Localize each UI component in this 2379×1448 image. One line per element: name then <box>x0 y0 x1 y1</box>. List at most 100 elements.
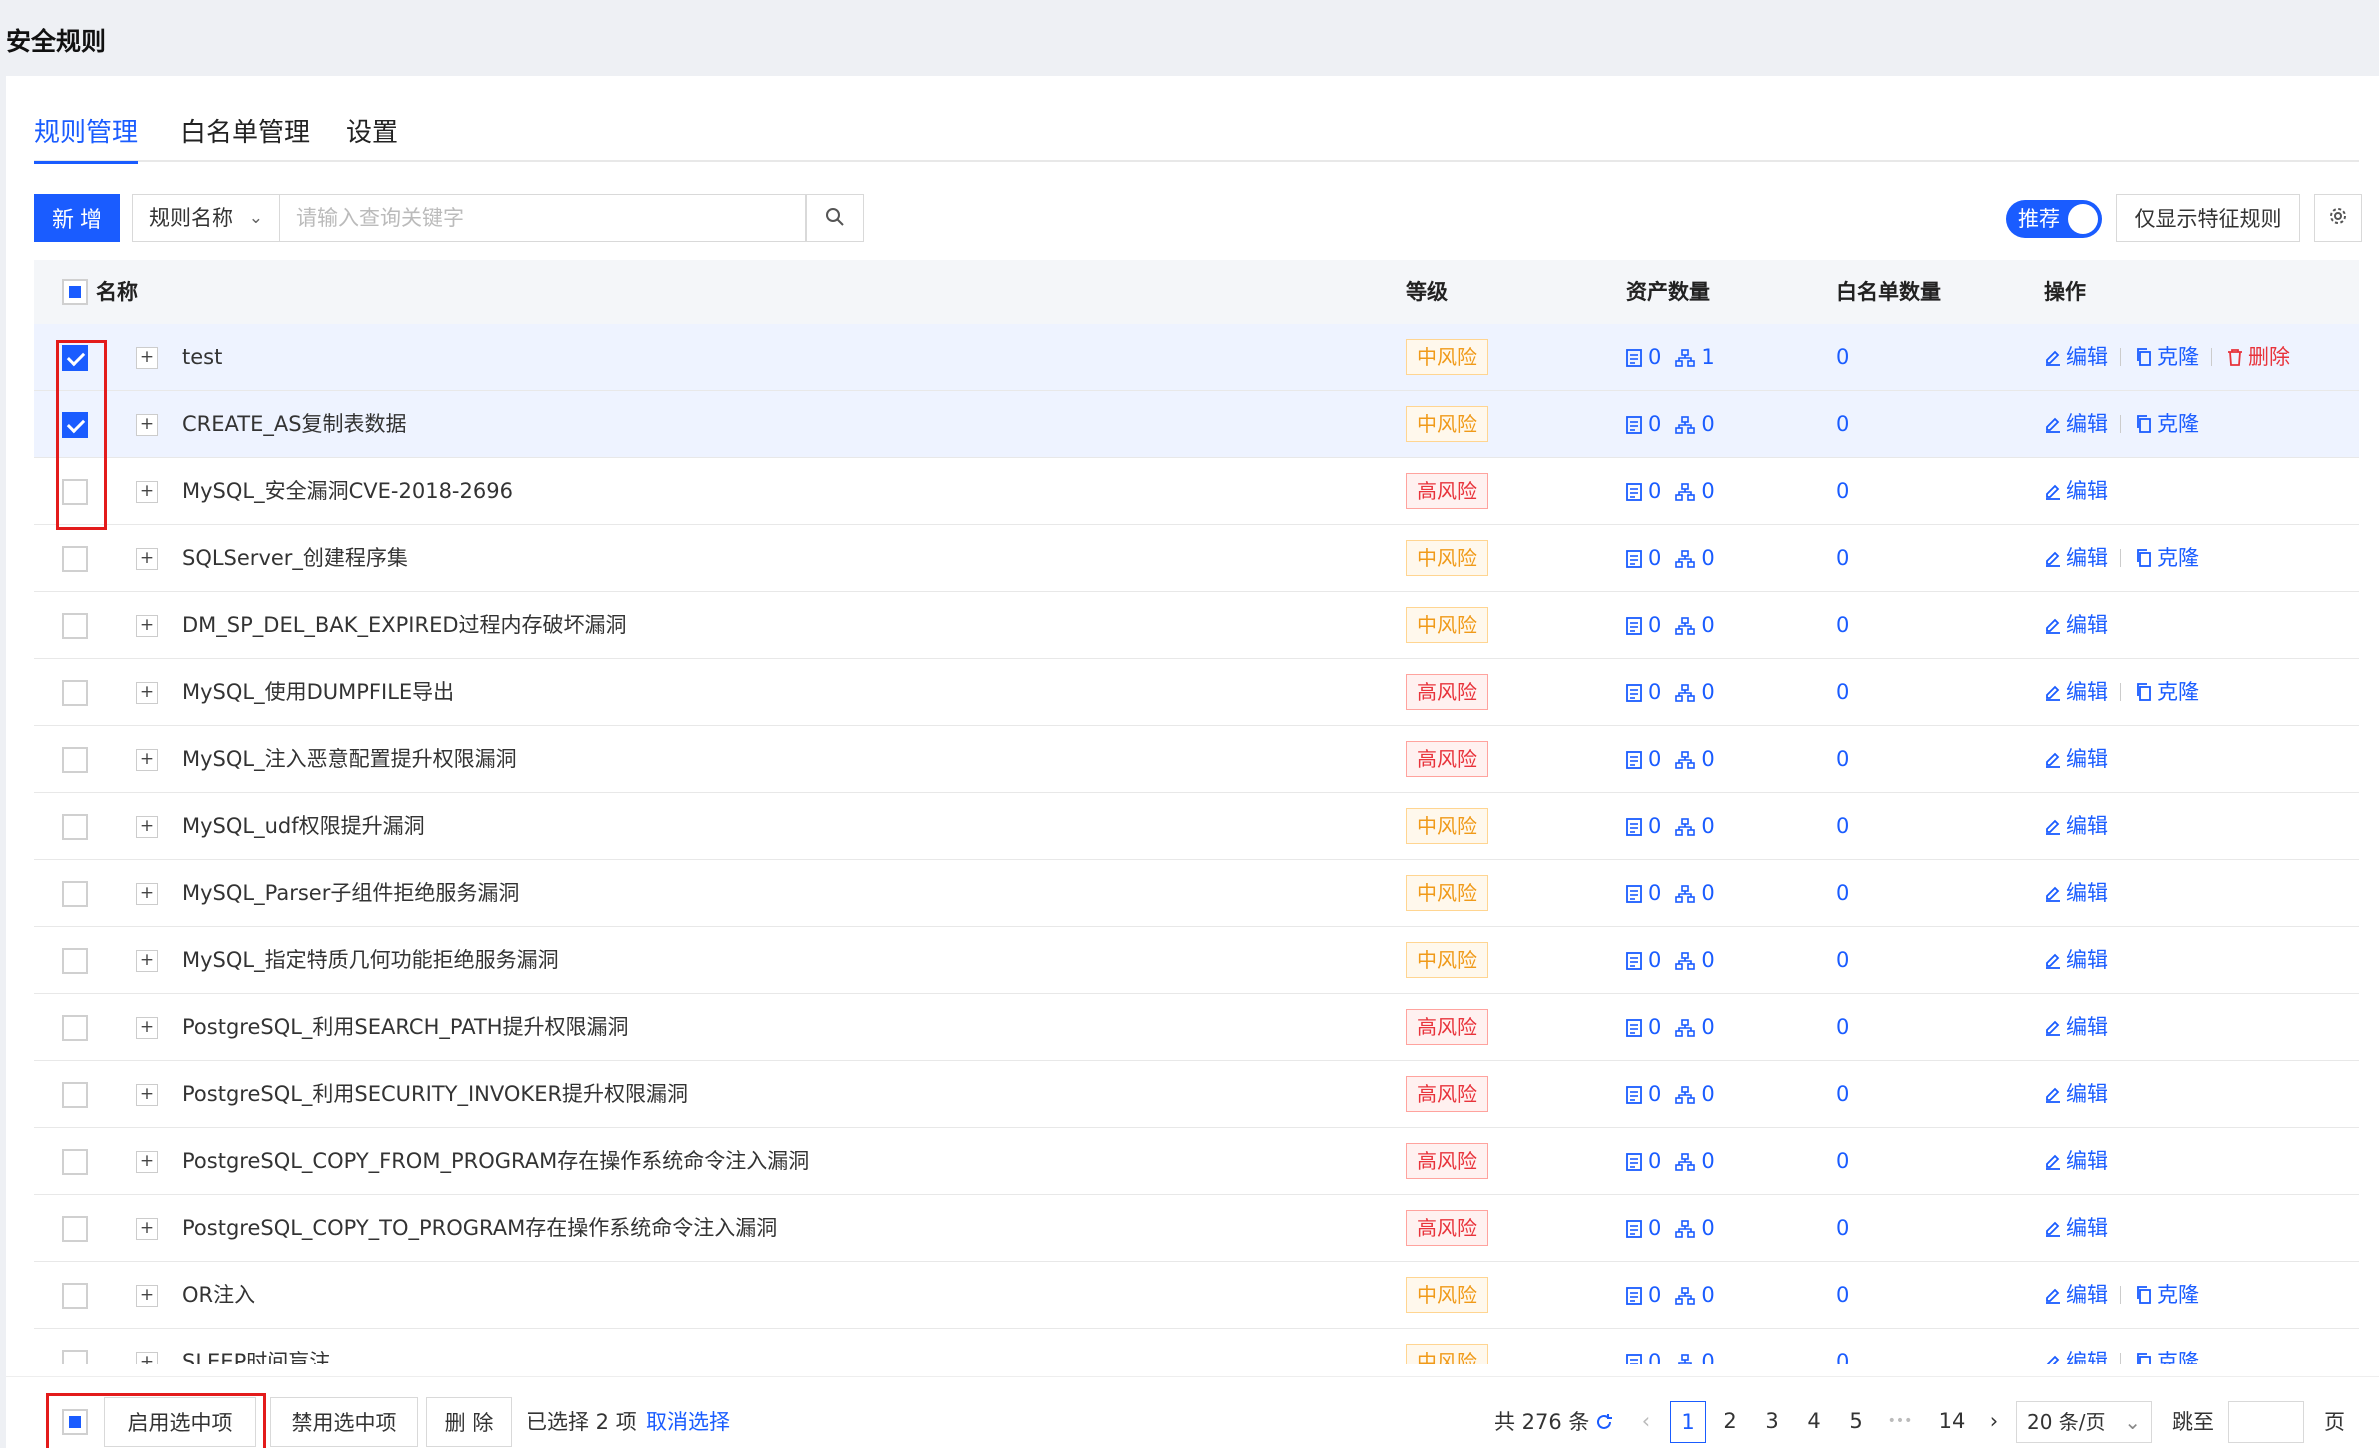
clone-button[interactable]: 克隆 <box>2135 1350 2199 1364</box>
asset-count[interactable]: 00 <box>1626 391 1715 458</box>
pagination-ellipsis[interactable]: ••• <box>1882 1401 1918 1443</box>
tab-whitelist-management[interactable]: 白名单管理 <box>180 112 310 161</box>
clone-button[interactable]: 克隆 <box>2135 546 2199 570</box>
page-2[interactable]: 2 <box>1712 1401 1748 1443</box>
whitelist-count[interactable]: 0 <box>1836 793 1849 860</box>
asset-count[interactable]: 00 <box>1626 1128 1715 1195</box>
asset-count[interactable]: 00 <box>1626 1061 1715 1128</box>
asset-count[interactable]: 00 <box>1626 1329 1715 1364</box>
page-3[interactable]: 3 <box>1754 1401 1790 1443</box>
expand-row-button[interactable]: + <box>136 1084 158 1106</box>
expand-row-button[interactable]: + <box>136 1151 158 1173</box>
expand-row-button[interactable]: + <box>136 816 158 838</box>
whitelist-count[interactable]: 0 <box>1836 726 1849 793</box>
whitelist-count[interactable]: 0 <box>1836 391 1849 458</box>
whitelist-count[interactable]: 0 <box>1836 994 1849 1061</box>
row-checkbox[interactable] <box>62 948 88 974</box>
edit-button[interactable]: 编辑 <box>2044 1283 2108 1307</box>
whitelist-count[interactable]: 0 <box>1836 1262 1849 1329</box>
whitelist-count[interactable]: 0 <box>1836 324 1849 391</box>
asset-count[interactable]: 00 <box>1626 860 1715 927</box>
search-input[interactable] <box>280 194 806 242</box>
whitelist-count[interactable]: 0 <box>1836 1061 1849 1128</box>
refresh-icon[interactable] <box>1594 1397 1614 1447</box>
bulk-delete-button[interactable]: 删 除 <box>426 1397 512 1447</box>
edit-button[interactable]: 编辑 <box>2044 412 2108 436</box>
tab-settings[interactable]: 设置 <box>346 112 398 161</box>
row-checkbox[interactable] <box>62 1350 88 1364</box>
delete-button[interactable]: 删除 <box>2226 345 2290 369</box>
edit-button[interactable]: 编辑 <box>2044 814 2108 838</box>
edit-button[interactable]: 编辑 <box>2044 345 2108 369</box>
row-checkbox[interactable] <box>62 1216 88 1242</box>
asset-count[interactable]: 00 <box>1626 525 1715 592</box>
edit-button[interactable]: 编辑 <box>2044 1015 2108 1039</box>
whitelist-count[interactable]: 0 <box>1836 860 1849 927</box>
row-checkbox[interactable] <box>62 881 88 907</box>
recommend-toggle[interactable]: 推荐 <box>2006 200 2102 238</box>
edit-button[interactable]: 编辑 <box>2044 613 2108 637</box>
page-5[interactable]: 5 <box>1838 1401 1874 1443</box>
expand-row-button[interactable]: + <box>136 682 158 704</box>
select-all-checkbox[interactable] <box>62 279 88 305</box>
edit-button[interactable]: 编辑 <box>2044 1216 2108 1240</box>
edit-button[interactable]: 编辑 <box>2044 1082 2108 1106</box>
jump-page-input[interactable] <box>2228 1401 2304 1443</box>
page-1[interactable]: 1 <box>1670 1401 1706 1443</box>
clone-button[interactable]: 克隆 <box>2135 680 2199 704</box>
edit-button[interactable]: 编辑 <box>2044 680 2108 704</box>
whitelist-count[interactable]: 0 <box>1836 592 1849 659</box>
page-14[interactable]: 14 <box>1934 1401 1970 1443</box>
expand-row-button[interactable]: + <box>136 749 158 771</box>
row-checkbox[interactable] <box>62 1015 88 1041</box>
expand-row-button[interactable]: + <box>136 615 158 637</box>
expand-row-button[interactable]: + <box>136 1218 158 1240</box>
add-button[interactable]: 新 增 <box>34 194 120 242</box>
edit-button[interactable]: 编辑 <box>2044 881 2108 905</box>
asset-count[interactable]: 00 <box>1626 927 1715 994</box>
row-checkbox[interactable] <box>62 747 88 773</box>
edit-button[interactable]: 编辑 <box>2044 1149 2108 1173</box>
asset-count[interactable]: 00 <box>1626 793 1715 860</box>
edit-button[interactable]: 编辑 <box>2044 546 2108 570</box>
page-4[interactable]: 4 <box>1796 1401 1832 1443</box>
clone-button[interactable]: 克隆 <box>2135 1283 2199 1307</box>
edit-button[interactable]: 编辑 <box>2044 1350 2108 1364</box>
next-page-button[interactable]: › <box>1976 1401 2012 1443</box>
whitelist-count[interactable]: 0 <box>1836 1128 1849 1195</box>
expand-row-button[interactable]: + <box>136 1352 158 1364</box>
clone-button[interactable]: 克隆 <box>2135 412 2199 436</box>
asset-count[interactable]: 00 <box>1626 592 1715 659</box>
cancel-selection-link[interactable]: 取消选择 <box>646 1397 730 1447</box>
expand-row-button[interactable]: + <box>136 414 158 436</box>
expand-row-button[interactable]: + <box>136 950 158 972</box>
whitelist-count[interactable]: 0 <box>1836 927 1849 994</box>
expand-row-button[interactable]: + <box>136 1017 158 1039</box>
row-checkbox[interactable] <box>62 680 88 706</box>
edit-button[interactable]: 编辑 <box>2044 747 2108 771</box>
search-field-select[interactable]: 规则名称 ⌄ <box>132 194 280 242</box>
whitelist-count[interactable]: 0 <box>1836 525 1849 592</box>
asset-count[interactable]: 00 <box>1626 659 1715 726</box>
prev-page-button[interactable]: ‹ <box>1628 1401 1664 1443</box>
asset-count[interactable]: 00 <box>1626 1195 1715 1262</box>
row-checkbox[interactable] <box>62 1283 88 1309</box>
asset-count[interactable]: 00 <box>1626 994 1715 1061</box>
tab-rule-management[interactable]: 规则管理 <box>34 112 139 164</box>
column-settings-button[interactable] <box>2314 194 2362 242</box>
clone-button[interactable]: 克隆 <box>2135 345 2199 369</box>
expand-row-button[interactable]: + <box>136 883 158 905</box>
row-checkbox[interactable] <box>62 1082 88 1108</box>
asset-count[interactable]: 01 <box>1626 324 1715 391</box>
edit-button[interactable]: 编辑 <box>2044 948 2108 972</box>
page-size-select[interactable]: 20 条/页 ⌄ <box>2016 1401 2152 1443</box>
expand-row-button[interactable]: + <box>136 481 158 503</box>
edit-button[interactable]: 编辑 <box>2044 479 2108 503</box>
whitelist-count[interactable]: 0 <box>1836 458 1849 525</box>
whitelist-count[interactable]: 0 <box>1836 1195 1849 1262</box>
disable-selected-button[interactable]: 禁用选中项 <box>270 1397 418 1447</box>
search-button[interactable] <box>806 194 864 242</box>
row-checkbox[interactable] <box>62 613 88 639</box>
asset-count[interactable]: 00 <box>1626 1262 1715 1329</box>
feature-rules-only-button[interactable]: 仅显示特征规则 <box>2116 194 2300 242</box>
